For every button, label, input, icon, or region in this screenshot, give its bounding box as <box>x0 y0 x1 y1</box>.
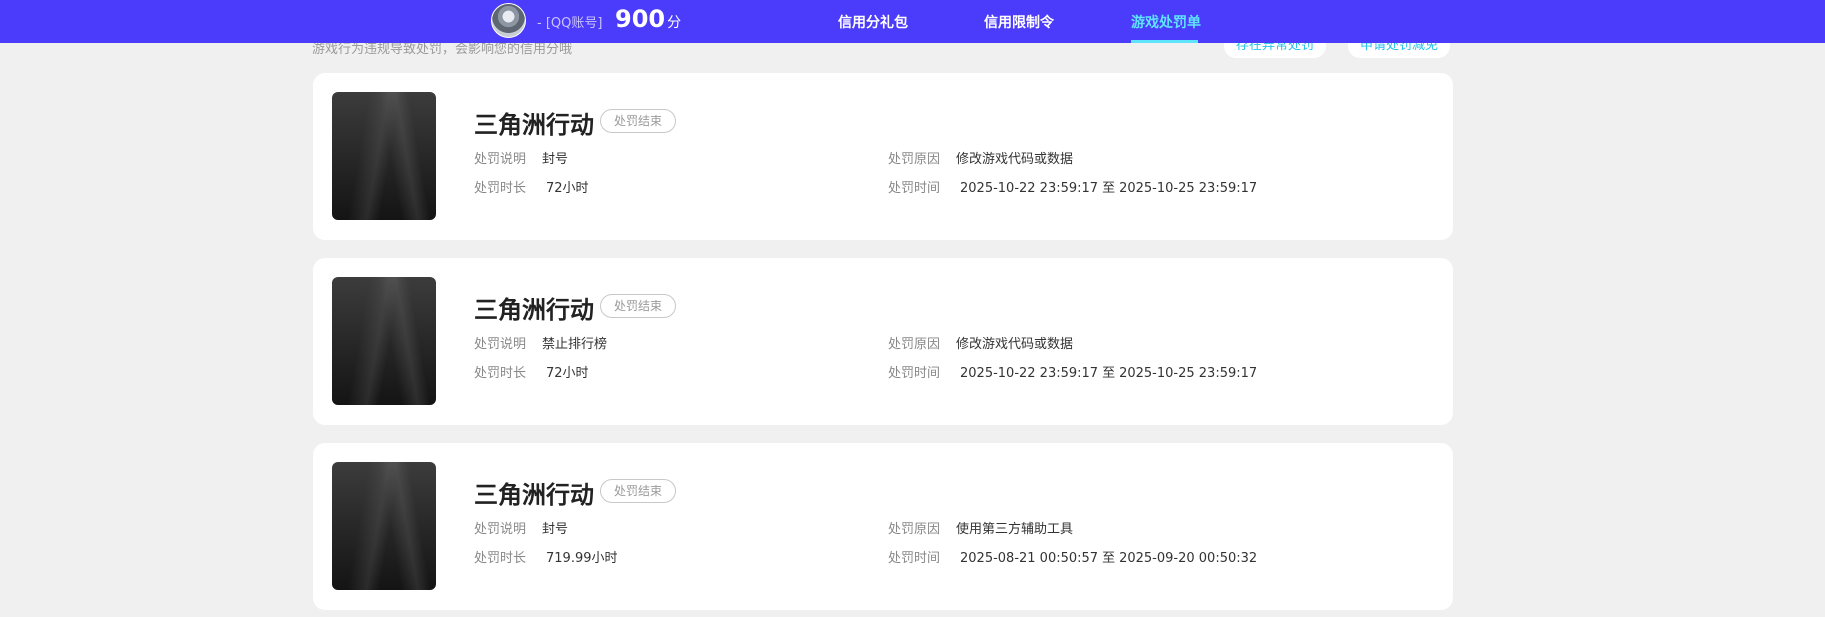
status-badge: 处罚结束 <box>600 109 677 133</box>
penalty-start-time: 2025-10-22 23:59:17 <box>960 366 1099 381</box>
penalty-duration-label: 处罚时长 <box>474 181 527 196</box>
tab-credit-gift[interactable]: 信用分礼包 <box>838 12 908 32</box>
credit-score: 900 分 <box>615 5 681 33</box>
penalty-time-label: 处罚时间 <box>888 181 941 196</box>
time-separator: 至 <box>1102 181 1116 196</box>
penalty-desc-value: 禁止排行榜 <box>542 337 608 352</box>
penalty-end-time: 2025-10-25 23:59:17 <box>1119 181 1258 196</box>
time-separator: 至 <box>1102 551 1116 566</box>
tab-game-penalty[interactable]: 游戏处罚单 <box>1131 12 1201 32</box>
credit-score-value: 900 <box>615 5 666 33</box>
penalty-reason-value: 修改游戏代码或数据 <box>956 337 1074 352</box>
penalty-reason-label: 处罚原因 <box>888 337 941 352</box>
avatar[interactable] <box>491 3 526 38</box>
penalty-desc-label: 处罚说明 <box>474 522 527 537</box>
penalty-start-time: 2025-10-22 23:59:17 <box>960 181 1099 196</box>
penalty-duration-value: 72小时 <box>546 181 589 196</box>
penalty-start-time: 2025-08-21 00:50:57 <box>960 551 1099 566</box>
penalty-reason-label: 处罚原因 <box>888 152 941 167</box>
status-badge: 处罚结束 <box>600 479 677 503</box>
penalty-reason-value: 修改游戏代码或数据 <box>956 152 1074 167</box>
penalty-desc-label: 处罚说明 <box>474 152 527 167</box>
penalty-duration-label: 处罚时长 <box>474 551 527 566</box>
game-cover-image <box>332 277 436 405</box>
game-title: 三角洲行动 <box>474 111 594 139</box>
penalty-time-label: 处罚时间 <box>888 366 941 381</box>
penalty-time-label: 处罚时间 <box>888 551 941 566</box>
game-title: 三角洲行动 <box>474 296 594 324</box>
penalty-time-value: 2025-08-21 00:50:57 至 2025-09-20 00:50:32 <box>960 547 1257 566</box>
penalty-card: 三角洲行动 处罚结束 处罚说明 封号 处罚时长 72小时 处罚原因 修改游戏代码… <box>313 73 1453 240</box>
game-title: 三角洲行动 <box>474 481 594 509</box>
penalty-end-time: 2025-10-25 23:59:17 <box>1119 366 1258 381</box>
penalty-card: 三角洲行动 处罚结束 处罚说明 禁止排行榜 处罚时长 72小时 处罚原因 修改游… <box>313 258 1453 425</box>
account-label: - [QQ账号] <box>537 16 603 31</box>
active-tab-indicator <box>1131 40 1198 43</box>
penalty-desc-value: 封号 <box>542 152 569 167</box>
penalty-card: 三角洲行动 处罚结束 处罚说明 封号 处罚时长 719.99小时 处罚原因 使用… <box>313 443 1453 610</box>
status-badge: 处罚结束 <box>600 294 677 318</box>
penalty-duration-value: 719.99小时 <box>546 551 618 566</box>
time-separator: 至 <box>1102 366 1116 381</box>
penalty-desc-value: 封号 <box>542 522 569 537</box>
penalty-reason-label: 处罚原因 <box>888 522 941 537</box>
penalty-reason-value: 使用第三方辅助工具 <box>956 522 1074 537</box>
penalty-duration-value: 72小时 <box>546 366 589 381</box>
penalty-end-time: 2025-09-20 00:50:32 <box>1119 551 1258 566</box>
game-cover-image <box>332 462 436 590</box>
credit-score-unit: 分 <box>667 15 682 31</box>
top-bar: - [QQ账号] 900 分 信用分礼包 信用限制令 游戏处罚单 <box>0 0 1825 43</box>
penalty-duration-label: 处罚时长 <box>474 366 527 381</box>
penalty-time-value: 2025-10-22 23:59:17 至 2025-10-25 23:59:17 <box>960 362 1257 381</box>
penalty-desc-label: 处罚说明 <box>474 337 527 352</box>
game-cover-image <box>332 92 436 220</box>
penalty-time-value: 2025-10-22 23:59:17 至 2025-10-25 23:59:17 <box>960 177 1257 196</box>
tab-credit-restriction[interactable]: 信用限制令 <box>984 12 1054 32</box>
